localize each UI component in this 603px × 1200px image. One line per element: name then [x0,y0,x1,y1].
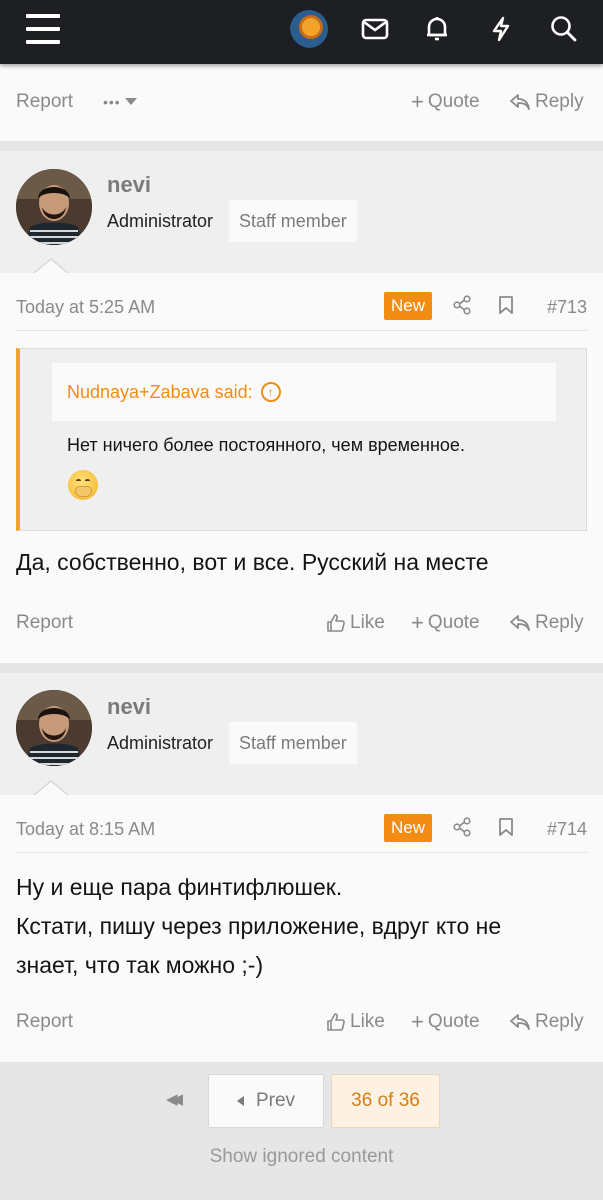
quote-label: Quote [427,91,480,112]
report-link[interactable]: Report [16,606,73,640]
plus-icon: + [411,89,424,114]
bolt-icon[interactable] [487,0,515,58]
share-icon[interactable] [453,295,471,320]
post-number[interactable]: #714 [547,813,587,845]
like-label: Like [350,1011,385,1032]
plus-icon: + [411,1009,424,1034]
username[interactable]: nevi [107,172,151,198]
share-icon[interactable] [453,817,471,842]
caret-left-icon [236,1096,244,1106]
new-badge: New [384,292,433,320]
post-body: Ну и еще пара финтифлюшек. Кстати, пишу … [16,868,501,985]
user-title: Administrator [107,733,214,753]
inbox-icon[interactable] [358,0,392,58]
post-meta: Today at 8:15 AM New #714 [16,813,587,853]
post-date[interactable]: Today at 8:15 AM [16,813,155,845]
user-block-pointer-fill [34,260,68,274]
arrow-up-circle-icon[interactable]: ↑ [260,382,281,402]
avatar[interactable] [16,690,92,766]
quote-block: Nudnaya+Zabava said: ↑ Нет ничего более … [16,348,587,531]
more-dots-icon: ••• [103,94,121,110]
bookmark-icon[interactable] [498,817,514,842]
prev-label: Prev [255,1090,296,1111]
first-page-icon[interactable]: ◀◀ [166,1090,183,1108]
like-label: Like [350,612,385,633]
quote-button[interactable]: + Quote [411,1005,480,1039]
prev-page-button[interactable]: Prev [208,1074,324,1128]
report-link[interactable]: Report [16,85,73,119]
post-713: Today at 5:25 AM New #713 Nudnaya+Zabava… [0,273,603,663]
post-user-block: nevi Administrator Staff member [0,151,603,273]
like-button[interactable]: Like [326,1005,385,1039]
report-link[interactable]: Report [16,1005,73,1039]
username[interactable]: nevi [107,694,151,720]
user-title: Administrator [107,211,214,231]
menu-icon[interactable] [22,0,62,58]
quote-button[interactable]: + Quote [411,606,480,640]
plus-icon: + [411,610,424,635]
post-actions: Report Like + Quote Reply [16,1005,587,1039]
post-meta: Today at 5:25 AM New #713 [16,291,587,331]
post-714: Today at 8:15 AM New #714 Ну и еще пара … [0,795,603,1062]
more-options-button[interactable]: ••• [103,85,137,119]
user-block-pointer-fill [34,782,68,796]
staff-badge: Staff member [229,722,357,764]
quote-button[interactable]: + Quote [411,85,480,119]
avatar[interactable] [16,169,92,245]
quote-text: Нет ничего более постоянного, чем времен… [67,435,465,455]
post-number[interactable]: #713 [547,291,587,323]
reply-button[interactable]: Reply [509,85,584,119]
quote-author: Nudnaya+Zabava said: [67,381,253,402]
reply-arrow-icon [510,94,530,110]
reply-button[interactable]: Reply [509,1005,584,1039]
show-ignored-content-link[interactable]: Show ignored content [0,1146,603,1168]
thumbs-up-icon [327,614,345,632]
post-actions: Report ••• + Quote Reply [16,85,587,119]
reply-label: Reply [535,612,584,633]
chevron-down-icon [124,98,137,105]
reply-button[interactable]: Reply [509,606,584,640]
top-navigation-bar [0,0,603,64]
quote-label: Quote [427,612,480,633]
reply-arrow-icon [510,615,530,631]
quote-header[interactable]: Nudnaya+Zabava said: ↑ [52,363,556,421]
post-body-line: Ну и еще пара финтифлюшек. [16,874,343,900]
bookmark-icon[interactable] [498,295,514,320]
post-actions: Report Like + Quote Reply [16,606,587,640]
page-indicator[interactable]: 36 of 36 [331,1074,440,1128]
reply-arrow-icon [510,1014,530,1030]
post-user-block: nevi Administrator Staff member [0,673,603,795]
post-body-line: Да, собственно, вот и все. Русский на ме… [16,549,489,575]
quote-label: Quote [427,1011,480,1032]
post-body-line: знает, что так можно ;-) [16,952,264,978]
post-date[interactable]: Today at 5:25 AM [16,291,155,323]
like-button[interactable]: Like [326,606,385,640]
staff-badge: Staff member [229,200,357,242]
site-logo[interactable] [288,0,330,58]
bell-icon[interactable] [422,0,452,58]
thumbs-up-icon [327,1013,345,1031]
reply-label: Reply [535,1011,584,1032]
pagination: ◀◀ Prev 36 of 36 Show ignored content [0,1062,603,1200]
post-body-line: Кстати, пишу через приложение, вдруг кто… [16,913,502,939]
previous-post-footer: Report ••• + Quote Reply [0,64,603,141]
new-badge: New [384,814,433,842]
post-body: Да, собственно, вот и все. Русский на ме… [16,543,489,582]
hand-over-mouth-emoji-icon [68,470,98,500]
reply-label: Reply [535,91,584,112]
search-icon[interactable] [547,0,581,58]
